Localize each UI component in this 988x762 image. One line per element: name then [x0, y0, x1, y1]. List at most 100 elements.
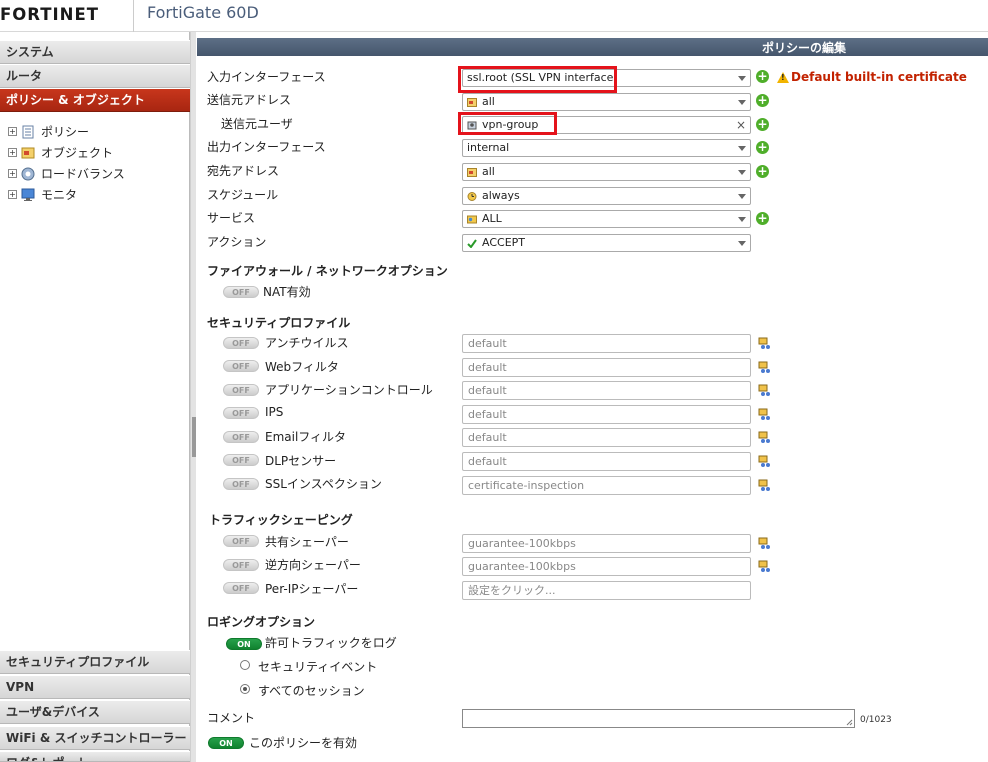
- add-icon[interactable]: +: [756, 70, 769, 83]
- sidebar-cat-wifi-switch[interactable]: WiFi & スイッチコントローラー: [0, 726, 190, 750]
- sidebar-cat-router[interactable]: ルータ: [0, 64, 190, 88]
- enable-policy-toggle[interactable]: ON: [208, 737, 244, 749]
- radio-all-sessions[interactable]: [240, 684, 250, 694]
- per-ip-shaper-toggle[interactable]: OFF: [223, 582, 259, 594]
- edit-profile-icon[interactable]: [758, 408, 771, 421]
- comment-label: コメント: [207, 711, 256, 725]
- chevron-down-icon: [738, 170, 746, 175]
- expand-icon[interactable]: +: [8, 190, 17, 199]
- reverse-shaper-toggle[interactable]: OFF: [223, 559, 259, 571]
- appcontrol-toggle[interactable]: OFF: [223, 384, 259, 396]
- edit-profile-icon[interactable]: [758, 455, 771, 468]
- shared-shaper-toggle[interactable]: OFF: [223, 535, 259, 547]
- sidebar-cat-system[interactable]: システム: [0, 40, 190, 64]
- source-address-label: 送信元アドレス: [207, 93, 292, 107]
- appcontrol-label: アプリケーションコントロール: [265, 383, 433, 397]
- select-value: internal: [467, 141, 510, 154]
- add-icon[interactable]: +: [756, 94, 769, 107]
- address-icon: [467, 97, 477, 107]
- shaping-section-title: トラフィックシェーピング: [209, 513, 353, 527]
- incoming-interface-label: 入力インターフェース: [207, 70, 326, 84]
- tree-item-objects[interactable]: + オブジェクト: [8, 142, 125, 163]
- edit-profile-icon[interactable]: [758, 337, 771, 350]
- log-allowed-label: 許可トラフィックをログ: [265, 636, 397, 650]
- tree-item-policy[interactable]: + ポリシー: [8, 121, 125, 142]
- tree-item-load-balance[interactable]: + ロードバランス: [8, 163, 125, 184]
- antivirus-label: アンチウイルス: [265, 336, 349, 350]
- sidebar-splitter[interactable]: [190, 32, 196, 762]
- select-value: ALL: [482, 212, 502, 225]
- radio-security-events[interactable]: [240, 660, 250, 670]
- antivirus-toggle[interactable]: OFF: [223, 337, 259, 349]
- add-icon[interactable]: +: [756, 212, 769, 225]
- chevron-down-icon: [738, 241, 746, 246]
- tree-label: ロードバランス: [41, 167, 125, 181]
- outgoing-interface-label: 出力インターフェース: [207, 140, 326, 154]
- expand-icon[interactable]: +: [8, 169, 17, 178]
- shared-shaper-field[interactable]: guarantee-100kbps: [462, 534, 751, 553]
- antivirus-profile-field[interactable]: default: [462, 334, 751, 353]
- warning-icon: [777, 71, 789, 83]
- destination-address-select[interactable]: all: [462, 163, 751, 181]
- tree-label: ポリシー: [41, 125, 90, 139]
- comment-textarea[interactable]: [462, 709, 855, 728]
- ssl-inspection-label: SSLインスペクション: [265, 477, 382, 491]
- edit-profile-icon[interactable]: [758, 361, 771, 374]
- security-section-title: セキュリティプロファイル: [207, 316, 351, 330]
- emailfilter-profile-field[interactable]: default: [462, 428, 751, 447]
- service-select[interactable]: ALL: [462, 210, 751, 228]
- address-icon: [467, 167, 477, 177]
- tree-item-monitor[interactable]: + モニタ: [8, 184, 125, 205]
- add-icon[interactable]: +: [756, 141, 769, 154]
- sidebar-cat-user-device[interactable]: ユーザ&デバイス: [0, 700, 190, 724]
- fortinet-logo: FORTINET: [0, 4, 124, 24]
- logging-section-title: ロギングオプション: [207, 615, 316, 629]
- enable-policy-label: このポリシーを有効: [249, 736, 358, 750]
- ssl-inspection-profile-field[interactable]: certificate-inspection: [462, 476, 751, 495]
- appcontrol-profile-field[interactable]: default: [462, 381, 751, 400]
- edit-profile-icon[interactable]: [758, 537, 771, 550]
- ssl-inspection-toggle[interactable]: OFF: [223, 478, 259, 490]
- svg-text:FORTINET: FORTINET: [0, 5, 99, 24]
- webfilter-toggle[interactable]: OFF: [223, 360, 259, 372]
- dlp-toggle[interactable]: OFF: [223, 454, 259, 466]
- sidebar-cat-policy-objects[interactable]: ポリシー & オブジェクト: [0, 88, 190, 112]
- expand-icon[interactable]: +: [8, 148, 17, 157]
- expand-icon[interactable]: +: [8, 127, 17, 136]
- edit-profile-icon[interactable]: [758, 560, 771, 573]
- outgoing-interface-select[interactable]: internal: [462, 139, 751, 157]
- emailfilter-toggle[interactable]: OFF: [223, 431, 259, 443]
- edit-profile-icon[interactable]: [758, 384, 771, 397]
- chevron-down-icon: [738, 76, 746, 81]
- ips-toggle[interactable]: OFF: [223, 407, 259, 419]
- schedule-label: スケジュール: [207, 188, 279, 202]
- ips-profile-field[interactable]: default: [462, 405, 751, 424]
- splitter-grip[interactable]: [192, 417, 196, 457]
- sidebar-cat-log-report[interactable]: ログ&レポート: [0, 751, 190, 762]
- action-label: アクション: [207, 235, 267, 249]
- sidebar-cat-vpn[interactable]: VPN: [0, 675, 190, 699]
- all-sessions-label: すべてのセッション: [258, 684, 365, 698]
- log-allowed-toggle[interactable]: ON: [226, 638, 262, 650]
- policy-list-icon: [22, 125, 34, 138]
- warning-text: Default built-in certificate: [791, 70, 967, 84]
- action-select[interactable]: ACCEPT: [462, 234, 751, 252]
- add-icon[interactable]: +: [756, 118, 769, 131]
- webfilter-profile-field[interactable]: default: [462, 358, 751, 377]
- per-ip-shaper-field[interactable]: 設定をクリック...: [462, 581, 751, 600]
- sidebar-cat-security-profiles[interactable]: セキュリティプロファイル: [0, 650, 190, 674]
- nat-toggle[interactable]: OFF: [223, 286, 259, 298]
- sidebar: システム ルータ ポリシー & オブジェクト + ポリシー + オブジェクト +…: [0, 32, 190, 762]
- reverse-shaper-field[interactable]: guarantee-100kbps: [462, 557, 751, 576]
- add-icon[interactable]: +: [756, 165, 769, 178]
- edit-profile-icon[interactable]: [758, 479, 771, 492]
- schedule-select[interactable]: always: [462, 187, 751, 205]
- clock-icon: [467, 191, 477, 201]
- edit-profile-icon[interactable]: [758, 431, 771, 444]
- dlp-profile-field[interactable]: default: [462, 452, 751, 471]
- device-name: FortiGate 60D: [147, 3, 259, 22]
- resize-handle-icon[interactable]: [846, 719, 853, 726]
- dlp-label: DLPセンサー: [265, 454, 337, 468]
- source-address-select[interactable]: all: [462, 93, 751, 111]
- clear-icon[interactable]: ×: [736, 117, 746, 133]
